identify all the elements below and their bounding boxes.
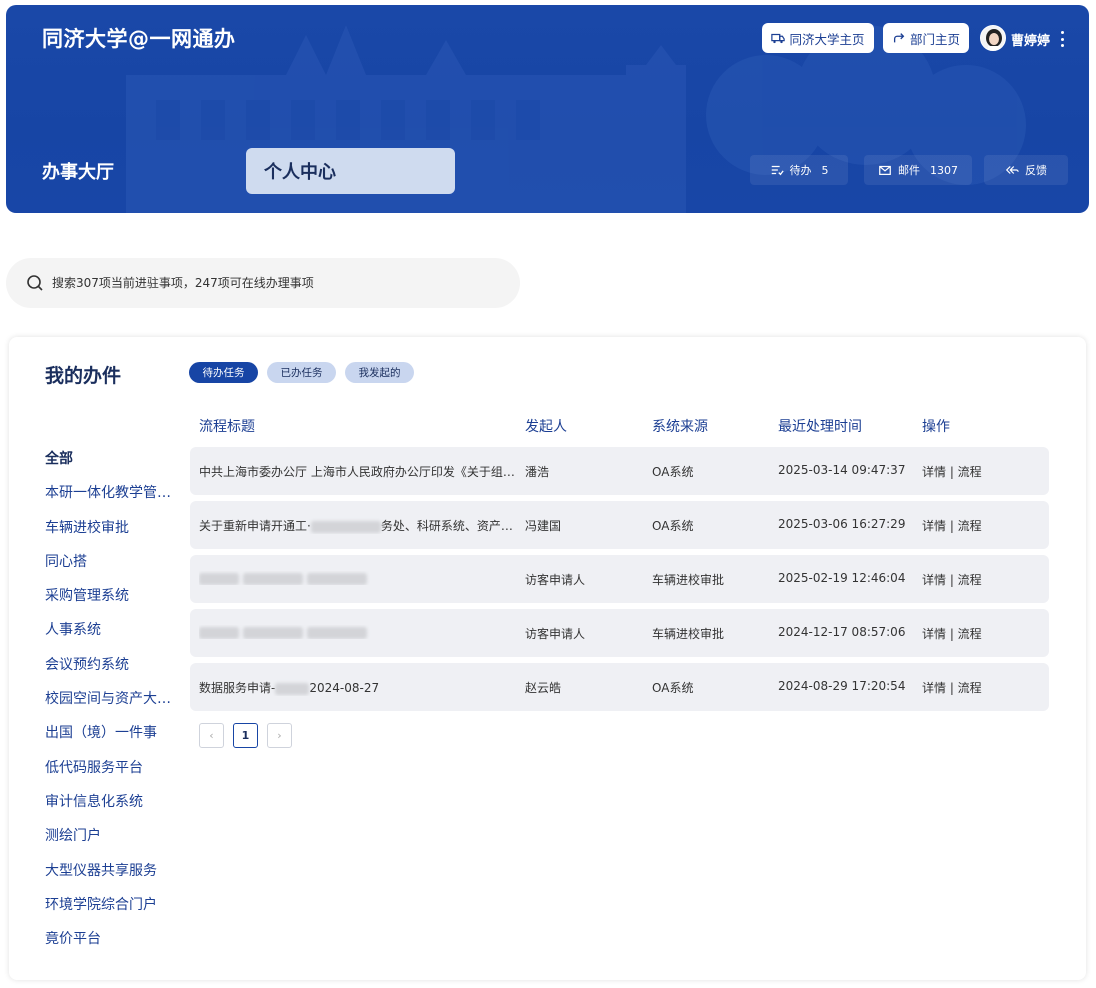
row-time: 2024-08-29 17:20:54	[778, 679, 906, 693]
share-arrow-icon	[893, 33, 905, 43]
row-title[interactable]	[199, 571, 524, 585]
sidebar-item[interactable]: 人事系统	[45, 620, 179, 654]
card-title: 我的办件	[45, 365, 122, 387]
table-row[interactable]: 访客申请人 车辆进校审批 2025-02-19 12:46:04 详情 | 流程	[190, 555, 1049, 603]
mail-count: 1307	[930, 163, 958, 177]
sidebar-item[interactable]: 测绘门户	[45, 826, 179, 860]
tab-initiated-by-me[interactable]: 我发起的	[345, 362, 414, 383]
sidebar-item[interactable]: 大型仪器共享服务	[45, 861, 179, 895]
search-input[interactable]	[52, 276, 492, 290]
row-time: 2025-03-06 16:27:29	[778, 517, 906, 531]
service-hall-link[interactable]: 办事大厅	[42, 158, 114, 184]
sidebar-item[interactable]: 竟价平台	[45, 929, 179, 963]
mail-button[interactable]: 邮件 1307	[864, 155, 972, 185]
reply-all-icon	[1005, 166, 1019, 174]
pagination-prev-button[interactable]: ‹	[199, 723, 224, 748]
tab-completed-tasks[interactable]: 已办任务	[267, 362, 336, 383]
row-initiator: 冯建国	[525, 519, 562, 533]
more-menu-icon[interactable]	[1059, 31, 1065, 47]
sidebar-item[interactable]: 车辆进校审批	[45, 518, 179, 552]
truck-icon	[771, 33, 786, 44]
feedback-label: 反馈	[1025, 164, 1047, 177]
username[interactable]: 曹婷婷	[1011, 30, 1050, 49]
row-time: 2025-02-19 12:46:04	[778, 571, 906, 585]
row-source: OA系统	[652, 465, 694, 479]
todo-label: 待办	[789, 164, 812, 177]
redacted-text	[310, 520, 381, 533]
row-actions[interactable]: 详情 | 流程	[922, 625, 982, 642]
row-title-part: 数据服务申请-	[199, 681, 276, 695]
sidebar-item[interactable]: 出国（境）一件事	[45, 723, 179, 757]
sidebar-item[interactable]: 会议预约系统	[45, 655, 179, 689]
row-source: 车辆进校审批	[652, 627, 725, 641]
redacted-text	[275, 682, 310, 695]
row-title[interactable]: 中共上海市委办公厅 上海市人民政府办公厅印发《关于组织…	[199, 463, 524, 480]
sidebar-item[interactable]: 同心搭	[45, 552, 179, 586]
row-time: 2025-03-14 09:47:37	[778, 463, 906, 477]
redacted-text	[242, 626, 303, 639]
column-header-initiator: 发起人	[525, 419, 567, 435]
redacted-text	[199, 572, 239, 585]
row-initiator: 赵云皓	[525, 681, 562, 695]
university-home-button[interactable]: 同济大学主页	[762, 23, 874, 53]
app-title: 同济大学@一网通办	[42, 27, 236, 51]
row-title-part: 关于重新申请开通工·	[199, 519, 311, 533]
header-banner: 同济大学@一网通办 同济大学主页 部门主页 曹婷婷 办事大厅 个人中心 待办 5…	[6, 5, 1089, 213]
feedback-button[interactable]: 反馈	[984, 155, 1068, 185]
personal-center-tab[interactable]: 个人中心	[246, 148, 455, 194]
row-source: OA系统	[652, 681, 694, 695]
pagination-next-button[interactable]: ›	[267, 723, 292, 748]
row-title-part: 2024-08-27	[309, 681, 380, 695]
row-time: 2024-12-17 08:57:06	[778, 625, 906, 639]
table-row[interactable]: 访客申请人 车辆进校审批 2024-12-17 08:57:06 详情 | 流程	[190, 609, 1049, 657]
sidebar-item[interactable]: 校园空间与资产大数据平台	[45, 689, 179, 723]
sidebar-item-all[interactable]: 全部	[45, 449, 179, 483]
checklist-icon	[771, 165, 784, 176]
row-title[interactable]: 数据服务申请- 2024-08-27	[199, 679, 524, 696]
column-header-action: 操作	[922, 419, 950, 435]
search-icon	[27, 275, 43, 291]
redacted-text	[199, 626, 239, 639]
row-initiator: 潘浩	[525, 465, 550, 479]
row-actions[interactable]: 详情 | 流程	[922, 517, 982, 534]
row-actions[interactable]: 详情 | 流程	[922, 679, 982, 696]
pagination-page-1[interactable]: 1	[233, 723, 258, 748]
sidebar-item[interactable]: 采购管理系统	[45, 586, 179, 620]
row-title[interactable]	[199, 625, 524, 639]
tab-pending-tasks[interactable]: 待办任务	[189, 362, 258, 383]
table-row[interactable]: 中共上海市委办公厅 上海市人民政府办公厅印发《关于组织… 潘浩 OA系统 202…	[190, 447, 1049, 495]
table-row[interactable]: 关于重新申请开通工· 务处、科研系统、资产处… 冯建国 OA系统 2025-03-…	[190, 501, 1049, 549]
row-actions[interactable]: 详情 | 流程	[922, 463, 982, 480]
row-actions[interactable]: 详情 | 流程	[922, 571, 982, 588]
todo-count: 5	[821, 163, 829, 177]
sidebar-item[interactable]: 低代码服务平台	[45, 758, 179, 792]
redacted-text	[242, 572, 303, 585]
sidebar-item[interactable]: 环境学院综合门户	[45, 895, 179, 929]
row-initiator: 访客申请人	[525, 573, 586, 587]
column-header-title: 流程标题	[199, 419, 255, 435]
row-source: 车辆进校审批	[652, 573, 725, 587]
system-filter-list: 全部 本研一体化教学管理系统 车辆进校审批 同心搭 采购管理系统 人事系统 会议…	[45, 449, 179, 963]
department-home-button[interactable]: 部门主页	[883, 23, 969, 53]
row-initiator: 访客申请人	[525, 627, 586, 641]
department-home-label: 部门主页	[909, 31, 960, 47]
table-row[interactable]: 数据服务申请- 2024-08-27 赵云皓 OA系统 2024-08-29 17…	[190, 663, 1049, 711]
todo-button[interactable]: 待办 5	[750, 155, 848, 185]
column-header-source: 系统来源	[652, 419, 708, 435]
column-header-time: 最近处理时间	[778, 419, 862, 435]
row-title-part: 务处、科研系统、资产处…	[380, 519, 524, 533]
user-avatar[interactable]	[980, 25, 1006, 51]
row-title[interactable]: 关于重新申请开通工· 务处、科研系统、资产处…	[199, 517, 524, 534]
my-tasks-card: 我的办件 待办任务 已办任务 我发起的 全部 本研一体化教学管理系统 车辆进校审…	[9, 337, 1086, 980]
university-home-label: 同济大学主页	[789, 31, 865, 47]
redacted-text	[306, 626, 367, 639]
search-bar[interactable]	[6, 258, 520, 308]
row-source: OA系统	[652, 519, 694, 533]
mail-icon	[879, 165, 891, 175]
sidebar-item[interactable]: 本研一体化教学管理系统	[45, 483, 179, 517]
mail-label: 邮件	[898, 164, 920, 177]
sidebar-item[interactable]: 审计信息化系统	[45, 792, 179, 826]
redacted-text	[306, 572, 367, 585]
